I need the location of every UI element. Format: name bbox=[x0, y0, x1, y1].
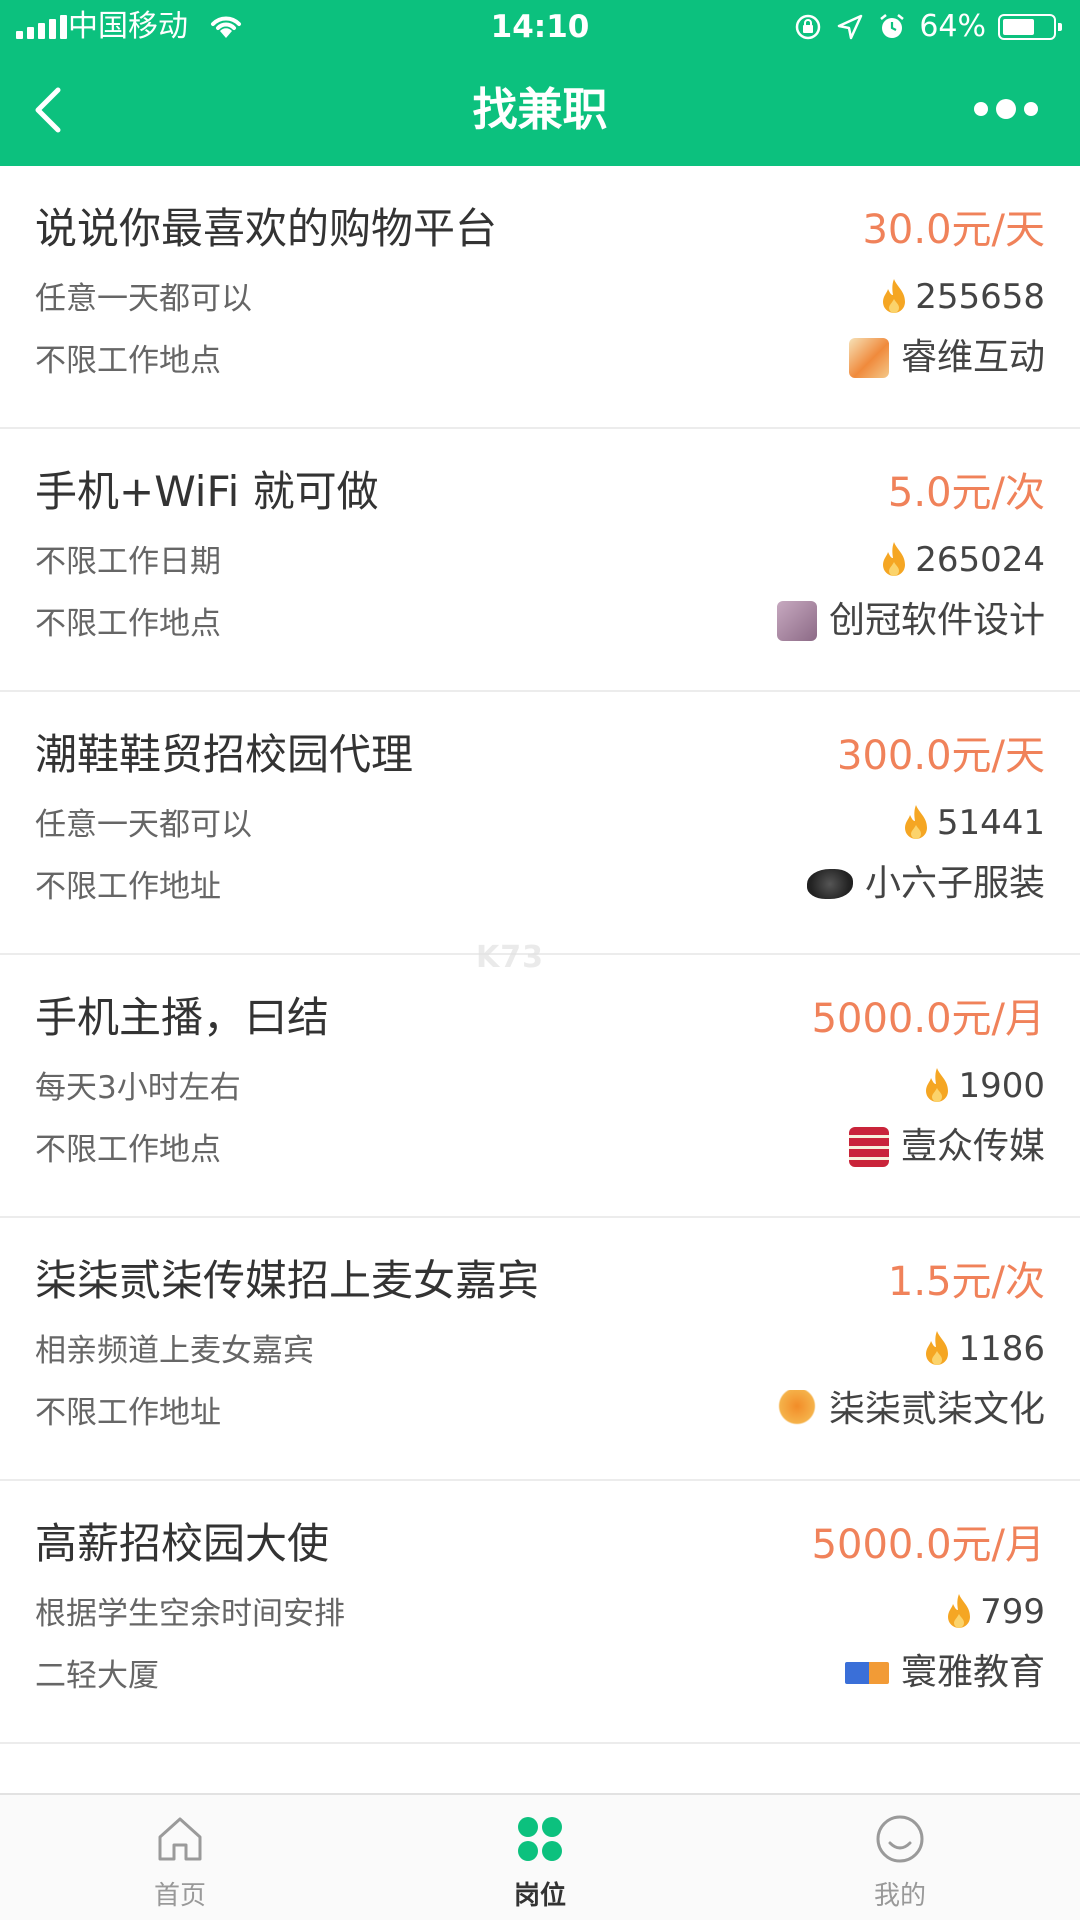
company-name: 睿维互动 bbox=[900, 337, 1045, 378]
flame-icon bbox=[926, 1331, 949, 1365]
company-name: 寰雅教育 bbox=[900, 1652, 1045, 1693]
job-date: 相亲频道上麦女嘉宾 bbox=[35, 1333, 314, 1369]
page-title: 找兼职 bbox=[472, 83, 608, 136]
flame-icon bbox=[883, 542, 906, 576]
flame-icon bbox=[904, 805, 927, 839]
tab-mine[interactable]: 我的 bbox=[720, 1795, 1080, 1920]
status-icons: 64% bbox=[793, 8, 1062, 46]
job-list-item[interactable]: 手机+WiFi 就可做 不限工作日期 不限工作地点 5.0元/次 265024 … bbox=[0, 429, 1080, 692]
tab-home[interactable]: 首页 bbox=[0, 1795, 360, 1920]
job-title: 手机+WiFi 就可做 bbox=[35, 467, 379, 516]
job-list-item[interactable]: 高薪招校园大使 根据学生空余时间安排 二轻大厦 5000.0元/月 799 寰雅… bbox=[0, 1481, 1080, 1744]
job-pay: 30.0元/天 bbox=[862, 207, 1045, 253]
job-date: 根据学生空余时间安排 bbox=[35, 1596, 345, 1632]
more-dots-icon[interactable] bbox=[956, 94, 1056, 124]
watermark-logo: K73 bbox=[476, 940, 606, 980]
job-date: 不限工作日期 bbox=[35, 544, 221, 580]
job-popularity: 799 bbox=[944, 1589, 1045, 1635]
job-popularity: 255658 bbox=[879, 274, 1045, 320]
flame-icon bbox=[883, 279, 906, 313]
job-pay: 1.5元/次 bbox=[887, 1259, 1045, 1305]
company-name: 壹众传媒 bbox=[900, 1126, 1045, 1167]
job-list-item[interactable]: 手机主播，曰结 每天3小时左右 不限工作地点 5000.0元/月 1900 壹众… bbox=[0, 955, 1080, 1218]
grid-dots-icon bbox=[518, 1817, 562, 1861]
flame-icon bbox=[948, 1594, 971, 1628]
hot-count: 799 bbox=[980, 1592, 1045, 1632]
job-title: 手机主播，曰结 bbox=[35, 993, 330, 1042]
job-title: 柒柒贰柒传媒招上麦女嘉宾 bbox=[35, 1256, 540, 1305]
company-name: 创冠软件设计 bbox=[828, 600, 1045, 641]
job-title: 说说你最喜欢的购物平台 bbox=[35, 204, 498, 253]
company-logo bbox=[848, 1127, 889, 1167]
hot-count: 255658 bbox=[915, 277, 1045, 317]
job-title: 潮鞋鞋贸招校园代理 bbox=[35, 730, 414, 779]
company-logo bbox=[776, 601, 817, 641]
battery-percent: 64% bbox=[919, 9, 986, 44]
job-location: 二轻大厦 bbox=[35, 1658, 159, 1694]
job-location: 不限工作地址 bbox=[35, 1395, 221, 1431]
hot-count: 265024 bbox=[915, 540, 1045, 580]
job-pay: 300.0元/天 bbox=[837, 733, 1045, 779]
hot-count: 51441 bbox=[936, 803, 1045, 843]
job-company: 创冠软件设计 bbox=[776, 597, 1045, 645]
tab-label: 我的 bbox=[873, 1881, 926, 1911]
job-list-item[interactable]: 潮鞋鞋贸招校园代理 任意一天都可以 不限工作地址 300.0元/天 51441 … bbox=[0, 692, 1080, 955]
job-company: 壹众传媒 bbox=[848, 1123, 1045, 1171]
job-location: 不限工作地点 bbox=[35, 606, 221, 642]
home-icon bbox=[158, 1817, 202, 1861]
job-date: 任意一天都可以 bbox=[35, 807, 252, 843]
battery-icon bbox=[998, 14, 1062, 40]
company-logo bbox=[806, 869, 853, 899]
job-list-item[interactable]: 说说你最喜欢的购物平台 任意一天都可以 不限工作地点 30.0元/天 25565… bbox=[0, 166, 1080, 429]
job-pay: 5000.0元/月 bbox=[811, 1522, 1045, 1568]
smiley-icon bbox=[876, 1815, 924, 1863]
company-logo bbox=[776, 1390, 817, 1430]
job-popularity: 1900 bbox=[922, 1063, 1045, 1109]
job-popularity: 1186 bbox=[922, 1326, 1045, 1372]
job-pay: 5.0元/次 bbox=[887, 470, 1045, 516]
tab-label: 岗位 bbox=[513, 1881, 566, 1911]
job-popularity: 51441 bbox=[901, 800, 1045, 846]
job-location: 不限工作地点 bbox=[35, 343, 221, 379]
job-popularity: 265024 bbox=[879, 537, 1045, 583]
job-location: 不限工作地址 bbox=[35, 869, 221, 905]
rotation-lock-icon bbox=[796, 14, 821, 40]
nav-bar: 找兼职 bbox=[0, 54, 1080, 166]
tab-label: 首页 bbox=[153, 1881, 206, 1911]
app-screen: 中国移动 14:10 64% 找兼职 说说你最喜欢的购物平台 任意一天都可以 不… bbox=[0, 0, 1080, 1920]
hot-count: 1186 bbox=[958, 1329, 1045, 1369]
tab-bar: 首页 岗位 我的 bbox=[0, 1793, 1080, 1920]
job-company: 寰雅教育 bbox=[844, 1649, 1045, 1697]
alarm-icon bbox=[880, 14, 905, 38]
company-name: 小六子服装 bbox=[864, 863, 1045, 904]
location-arrow-icon bbox=[838, 14, 863, 40]
flame-icon bbox=[926, 1068, 949, 1102]
header: 中国移动 14:10 64% 找兼职 bbox=[0, 0, 1080, 166]
tab-jobs[interactable]: 岗位 bbox=[360, 1795, 720, 1920]
company-logo bbox=[844, 1662, 889, 1684]
hot-count: 1900 bbox=[958, 1066, 1045, 1106]
job-location: 不限工作地点 bbox=[35, 1132, 221, 1168]
job-pay: 5000.0元/月 bbox=[811, 996, 1045, 1042]
status-bar: 中国移动 14:10 64% bbox=[0, 0, 1080, 54]
company-name: 柒柒贰柒文化 bbox=[828, 1389, 1045, 1430]
watermark-text: K73 bbox=[476, 940, 544, 975]
job-company: 睿维互动 bbox=[848, 334, 1045, 382]
job-title: 高薪招校园大使 bbox=[35, 1519, 330, 1568]
job-list-item[interactable]: 柒柒贰柒传媒招上麦女嘉宾 相亲频道上麦女嘉宾 不限工作地址 1.5元/次 118… bbox=[0, 1218, 1080, 1481]
job-company: 小六子服装 bbox=[806, 860, 1045, 908]
company-logo bbox=[848, 338, 889, 378]
job-date: 任意一天都可以 bbox=[35, 281, 252, 317]
job-company: 柒柒贰柒文化 bbox=[776, 1386, 1045, 1434]
job-date: 每天3小时左右 bbox=[35, 1070, 241, 1106]
